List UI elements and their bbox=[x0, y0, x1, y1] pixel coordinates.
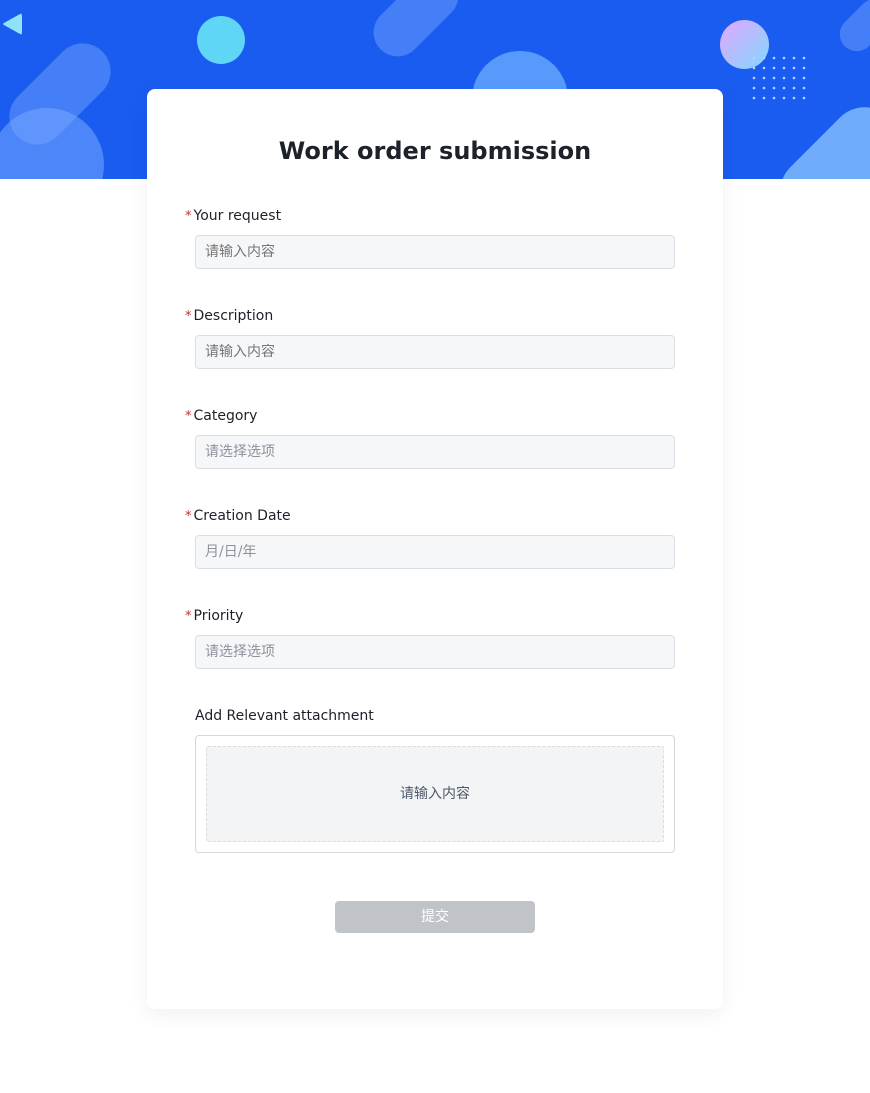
field-label-text: Creation Date bbox=[193, 508, 291, 524]
decor-circle bbox=[0, 108, 104, 179]
field-label-text: Category bbox=[193, 408, 258, 424]
field-label-text: Priority bbox=[193, 608, 244, 624]
field-label-attachment: Add Relevant attachment bbox=[195, 707, 374, 725]
submit-button[interactable]: 提交 bbox=[335, 901, 535, 933]
required-mark: * bbox=[185, 409, 192, 424]
priority-select[interactable]: 请选择选项 bbox=[195, 635, 675, 669]
page-title: Work order submission bbox=[278, 137, 592, 165]
field-label-category: * Category bbox=[185, 407, 257, 426]
your-request-input[interactable] bbox=[195, 235, 675, 269]
decor-pill bbox=[363, 0, 469, 67]
field-label-text: Description bbox=[193, 308, 274, 324]
decor-pill bbox=[832, 0, 870, 59]
required-mark: * bbox=[185, 209, 192, 224]
creation-date-input[interactable]: 月/日/年 bbox=[195, 535, 675, 569]
field-label-creation-date: * Creation Date bbox=[185, 507, 291, 526]
field-label-priority: * Priority bbox=[185, 607, 243, 626]
field-label-description: * Description bbox=[185, 307, 273, 326]
attachment-dropzone[interactable]: 请输入内容 bbox=[206, 746, 664, 842]
required-mark: * bbox=[185, 509, 192, 524]
required-mark: * bbox=[185, 609, 192, 624]
decor-dot-grid bbox=[752, 56, 806, 100]
decor-circle bbox=[197, 16, 245, 64]
description-input[interactable] bbox=[195, 335, 675, 369]
field-label-your-request: * Your request bbox=[185, 207, 281, 226]
attachment-upload-box: 请输入内容 bbox=[195, 735, 675, 853]
decor-pill bbox=[765, 92, 870, 179]
creation-date-placeholder: 月/日/年 bbox=[205, 544, 257, 560]
category-placeholder: 请选择选项 bbox=[205, 444, 275, 460]
required-mark: * bbox=[185, 309, 192, 324]
field-label-text: Your request bbox=[193, 208, 282, 224]
back-arrow-icon[interactable] bbox=[0, 12, 24, 36]
field-label-text: Add Relevant attachment bbox=[195, 708, 374, 724]
category-select[interactable]: 请选择选项 bbox=[195, 435, 675, 469]
priority-placeholder: 请选择选项 bbox=[205, 644, 275, 660]
work-order-form-card: Work order submission *Your request *Des… bbox=[147, 89, 723, 1009]
